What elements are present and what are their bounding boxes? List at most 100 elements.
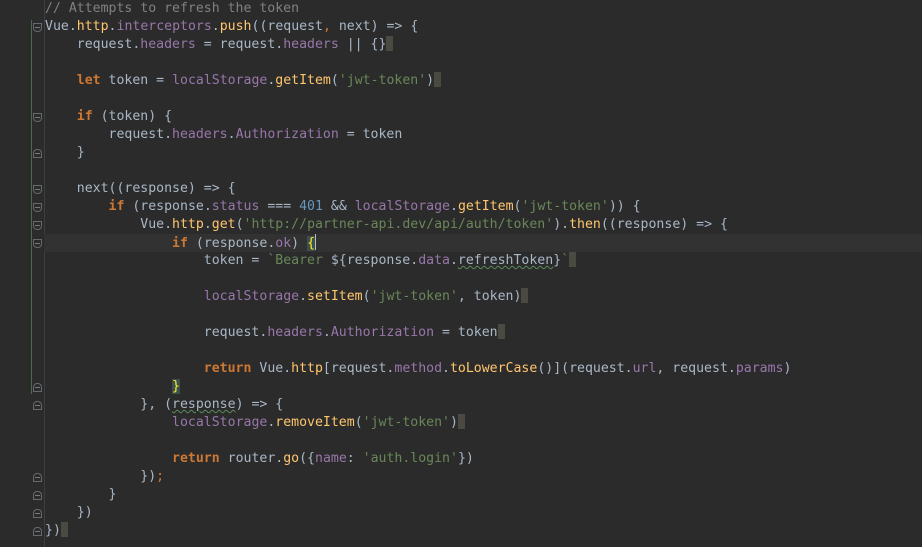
- code-token: ((response) => {: [600, 217, 728, 232]
- fold-end-icon[interactable]: [33, 527, 42, 536]
- fold-end-icon[interactable]: [33, 473, 42, 482]
- code-token: (: [235, 217, 244, 232]
- code-token: getItem: [457, 199, 514, 214]
- fold-end-icon[interactable]: [33, 383, 42, 392]
- code-line[interactable]: request.headers.Authorization = token: [45, 324, 505, 342]
- code-token: ===: [259, 199, 300, 214]
- code-token: .: [203, 217, 212, 232]
- code-token: 'jwt-token': [362, 415, 450, 430]
- code-line[interactable]: return Vue.http[request.method.toLowerCa…: [45, 360, 792, 378]
- fold-expand-icon[interactable]: [33, 203, 42, 212]
- code-token: .: [227, 127, 236, 142]
- code-line[interactable]: request.headers = request.headers || {}: [45, 36, 394, 54]
- code-token: ) => {: [235, 397, 284, 412]
- code-line[interactable]: if (response.status === 401 && localStor…: [45, 198, 641, 216]
- code-line[interactable]: }: [45, 144, 85, 162]
- code-line[interactable]: localStorage.setItem('jwt-token', token): [45, 288, 529, 306]
- code-token: method: [394, 361, 443, 376]
- code-token: }: [553, 253, 562, 268]
- code-token: http: [76, 19, 109, 34]
- code-token: request.: [45, 37, 141, 52]
- bracket-match-marker: [497, 324, 505, 339]
- code-token: .: [211, 19, 220, 34]
- code-token: setItem: [307, 289, 363, 304]
- fold-expand-icon[interactable]: [33, 113, 42, 122]
- bracket-match-marker: [386, 36, 394, 51]
- code-token: localStorage: [172, 415, 268, 430]
- editor-gutter[interactable]: [0, 0, 63, 547]
- code-token: if: [76, 109, 93, 124]
- code-token: // Attempts to refresh the token: [45, 1, 300, 16]
- code-line[interactable]: }): [45, 504, 93, 522]
- code-line[interactable]: }): [45, 522, 68, 540]
- code-token: refreshToken: [457, 253, 554, 268]
- fold-end-icon[interactable]: [33, 149, 42, 158]
- code-token: .: [108, 19, 117, 34]
- code-token: || {}: [338, 37, 387, 52]
- code-line[interactable]: request.headers.Authorization = token: [45, 126, 403, 144]
- code-token: if: [172, 236, 188, 251]
- code-token: localStorage: [203, 289, 300, 304]
- code-line[interactable]: let token = localStorage.getItem('jwt-to…: [45, 72, 442, 90]
- code-line[interactable]: Vue.http.interceptors.push((request, nex…: [45, 18, 418, 36]
- code-token: removeItem: [275, 415, 355, 430]
- code-token: headers: [140, 37, 196, 52]
- code-line[interactable]: next((response) => {: [45, 180, 236, 198]
- fold-expand-icon[interactable]: [33, 239, 42, 248]
- code-token: status: [211, 199, 260, 214]
- code-line[interactable]: token = `Bearer ${response.data.refreshT…: [45, 252, 577, 270]
- code-token: Vue.: [251, 361, 292, 376]
- code-token: then: [569, 217, 601, 232]
- code-token: Authorization: [235, 127, 339, 142]
- code-line[interactable]: if (token) {: [45, 108, 172, 126]
- code-line[interactable]: // Attempts to refresh the token: [45, 0, 299, 18]
- code-token: Authorization: [330, 325, 435, 340]
- code-token: }): [45, 469, 157, 484]
- code-token: :: [346, 451, 363, 466]
- code-line[interactable]: });: [45, 468, 164, 486]
- code-token: .: [322, 325, 331, 340]
- code-line[interactable]: Vue.http.get('http://partner-api.dev/api…: [45, 216, 728, 234]
- code-token: (response.: [187, 236, 276, 251]
- code-token: {: [307, 236, 316, 251]
- code-line[interactable]: }: [45, 378, 180, 396]
- code-line[interactable]: localStorage.removeItem('jwt-token'): [45, 414, 465, 432]
- code-token: return: [172, 451, 220, 466]
- code-token: headers: [172, 127, 228, 142]
- text-caret: [315, 234, 317, 250]
- code-token: headers: [267, 325, 323, 340]
- code-line[interactable]: }: [45, 486, 117, 504]
- code-token: ): [449, 415, 458, 430]
- code-token: 'http://partner-api.dev/api/auth/token': [243, 217, 554, 232]
- vcs-change-marker[interactable]: [31, 20, 32, 394]
- code-token: token =: [100, 73, 173, 88]
- code-line[interactable]: return router.go({name: 'auth.login'}): [45, 450, 474, 468]
- code-line[interactable]: if (response.ok) {: [45, 234, 317, 252]
- code-token: token =: [45, 253, 268, 268]
- fold-end-icon[interactable]: [33, 491, 42, 500]
- code-token: Vue.: [45, 217, 173, 232]
- code-token: = token: [338, 127, 403, 142]
- code-editor[interactable]: // Attempts to refresh the token Vue.http…: [44, 0, 922, 547]
- fold-expand-icon[interactable]: [33, 185, 42, 194]
- code-token: getItem: [275, 73, 331, 88]
- code-token: interceptors: [116, 19, 212, 34]
- code-token: localStorage: [354, 199, 450, 214]
- fold-expand-icon[interactable]: [33, 23, 42, 32]
- code-token: , request.: [656, 361, 736, 376]
- code-token: (response.: [124, 199, 212, 214]
- code-token: ((request: [251, 19, 323, 34]
- fold-end-icon[interactable]: [33, 401, 42, 410]
- code-token: ;: [156, 469, 165, 484]
- fold-expand-icon[interactable]: [33, 221, 42, 230]
- code-token: response: [172, 397, 236, 412]
- code-line[interactable]: }, (response) => {: [45, 396, 283, 414]
- fold-end-icon[interactable]: [33, 509, 42, 518]
- code-token: (: [330, 73, 339, 88]
